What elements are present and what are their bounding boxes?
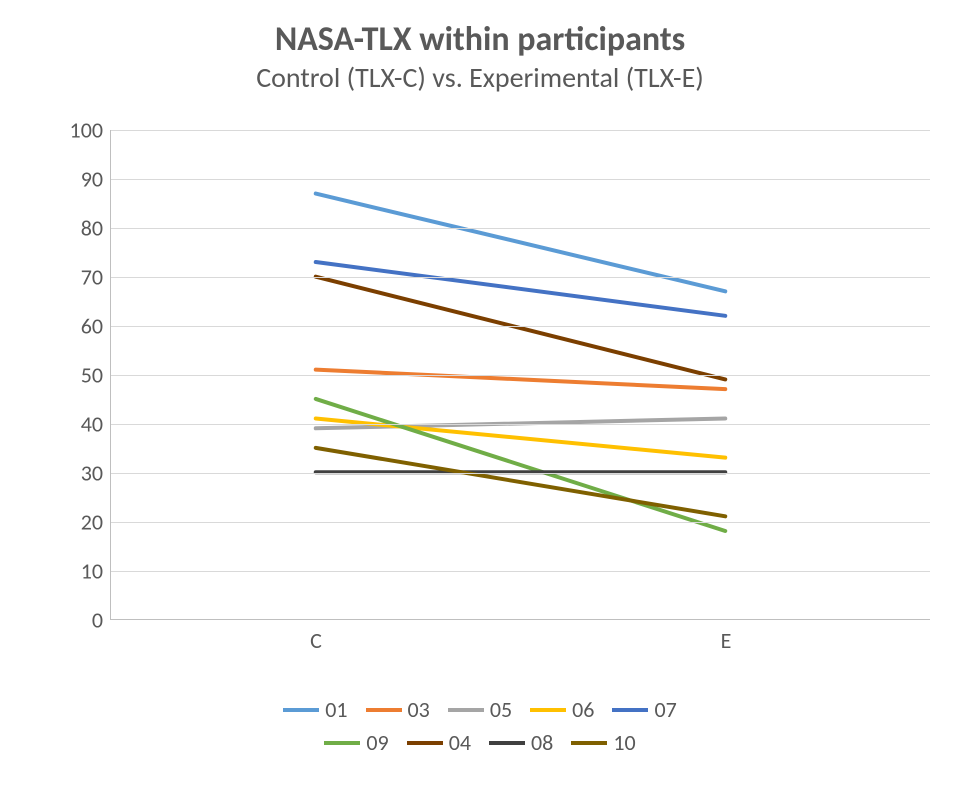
legend-item-05: 05 bbox=[448, 696, 512, 723]
gridline bbox=[111, 473, 930, 474]
gridline bbox=[111, 326, 930, 327]
legend-item-06: 06 bbox=[530, 696, 594, 723]
gridline bbox=[111, 277, 930, 278]
legend-item-08: 08 bbox=[489, 729, 553, 756]
series-line-04 bbox=[316, 277, 726, 380]
legend-label: 06 bbox=[572, 696, 594, 723]
gridline bbox=[111, 375, 930, 376]
y-tick-label: 70 bbox=[81, 264, 111, 291]
legend-swatch bbox=[283, 708, 319, 712]
legend-item-03: 03 bbox=[366, 696, 430, 723]
legend-swatch bbox=[612, 708, 648, 712]
chart-container: NASA-TLX within participants Control (TL… bbox=[0, 0, 960, 804]
legend-label: 07 bbox=[654, 696, 676, 723]
legend-label: 04 bbox=[449, 729, 471, 756]
legend-swatch bbox=[407, 741, 443, 745]
gridline bbox=[111, 228, 930, 229]
legend-swatch bbox=[489, 741, 525, 745]
legend-item-10: 10 bbox=[571, 729, 635, 756]
plot-outer: 0102030405060708090100CE bbox=[70, 130, 930, 650]
y-tick-label: 80 bbox=[81, 215, 111, 242]
legend-swatch bbox=[448, 708, 484, 712]
y-tick-label: 40 bbox=[81, 411, 111, 438]
legend-label: 09 bbox=[366, 729, 388, 756]
y-tick-label: 20 bbox=[81, 509, 111, 536]
legend-item-09: 09 bbox=[324, 729, 388, 756]
gridline bbox=[111, 424, 930, 425]
gridline bbox=[111, 571, 930, 572]
legend-label: 08 bbox=[531, 729, 553, 756]
legend-label: 01 bbox=[325, 696, 347, 723]
legend-label: 03 bbox=[408, 696, 430, 723]
y-tick-label: 100 bbox=[70, 117, 111, 144]
legend-label: 05 bbox=[490, 696, 512, 723]
series-line-10 bbox=[316, 448, 726, 516]
legend-item-07: 07 bbox=[612, 696, 676, 723]
legend-swatch bbox=[571, 741, 607, 745]
plot-area: 0102030405060708090100CE bbox=[110, 130, 930, 620]
legend-swatch bbox=[366, 708, 402, 712]
chart-title: NASA-TLX within participants bbox=[0, 20, 960, 59]
legend-item-04: 04 bbox=[407, 729, 471, 756]
legend-row: 01 03 05 06 07 bbox=[0, 696, 960, 723]
y-tick-label: 0 bbox=[92, 607, 111, 634]
y-tick-label: 90 bbox=[81, 166, 111, 193]
x-tick-label: E bbox=[721, 619, 732, 654]
legend-label: 10 bbox=[613, 729, 635, 756]
y-tick-label: 60 bbox=[81, 313, 111, 340]
chart-subtitle: Control (TLX-C) vs. Experimental (TLX-E) bbox=[0, 61, 960, 95]
legend-row: 09 04 08 10 bbox=[0, 729, 960, 756]
gridline bbox=[111, 522, 930, 523]
x-tick-label: C bbox=[310, 619, 322, 654]
series-line-03 bbox=[316, 370, 726, 390]
chart-titles: NASA-TLX within participants Control (TL… bbox=[0, 0, 960, 95]
series-line-07 bbox=[316, 262, 726, 316]
legend-swatch bbox=[530, 708, 566, 712]
y-tick-label: 10 bbox=[81, 558, 111, 585]
legend-swatch bbox=[324, 741, 360, 745]
gridline bbox=[111, 130, 930, 131]
y-tick-label: 50 bbox=[81, 362, 111, 389]
legend-item-01: 01 bbox=[283, 696, 347, 723]
gridline bbox=[111, 179, 930, 180]
y-tick-label: 30 bbox=[81, 460, 111, 487]
legend: 01 03 05 06 07 09 04 08 10 bbox=[0, 690, 960, 762]
